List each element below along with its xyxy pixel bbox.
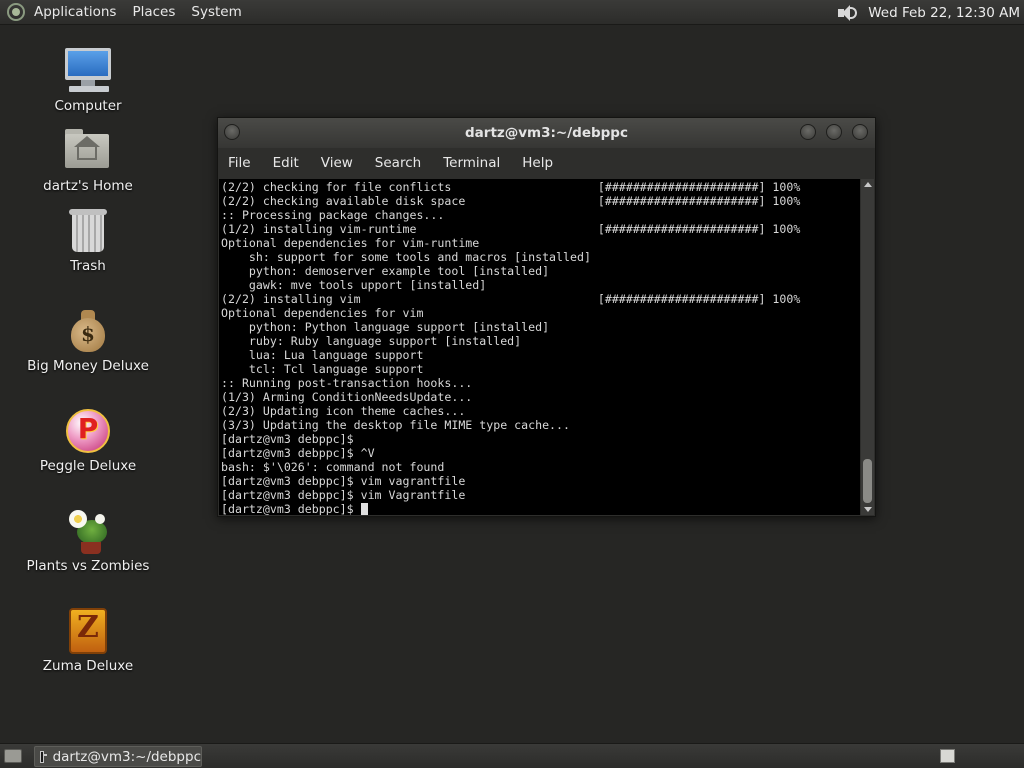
terminal-menubar: File Edit View Search Terminal Help: [218, 148, 875, 178]
taskbar-label: dartz@vm3:~/debppc: [52, 748, 201, 765]
terminal-line: [dartz@vm3 debppc]$ ^V: [221, 446, 375, 460]
scrollbar-thumb[interactable]: [863, 459, 872, 503]
top-panel: Applications Places System Wed Feb 22, 1…: [0, 0, 1024, 25]
menu-help[interactable]: Help: [522, 155, 553, 171]
terminal-line: [dartz@vm3 debppc]$: [221, 432, 354, 446]
peggle-icon: P: [63, 406, 113, 456]
terminal-line: (1/2) installing vim-runtime [##########…: [221, 222, 801, 236]
desktop-icon-trash[interactable]: Trash: [18, 206, 158, 274]
terminal-line: lua: Lua language support: [221, 348, 424, 362]
menu-places[interactable]: Places: [130, 0, 183, 25]
terminal-output[interactable]: (2/2) checking for file conflicts [#####…: [219, 179, 860, 515]
window-menu-icon[interactable]: [224, 124, 240, 140]
terminal-line: :: Processing package changes...: [221, 208, 445, 222]
desktop-icon-label: Trash: [70, 258, 106, 274]
terminal-line: python: demoserver example tool [install…: [221, 264, 550, 278]
computer-icon: [63, 46, 113, 96]
terminal-line: sh: support for some tools and macros [i…: [221, 250, 591, 264]
menu-applications[interactable]: Applications: [32, 0, 124, 25]
terminal-line: python: Python language support [install…: [221, 320, 550, 334]
desktop-icon-home[interactable]: dartz's Home: [18, 126, 158, 194]
terminal-icon: [40, 750, 47, 763]
menu-edit[interactable]: Edit: [273, 155, 299, 171]
bottom-panel: dartz@vm3:~/debppc: [0, 743, 1024, 768]
money-bag-icon: $: [63, 306, 113, 356]
terminal-line: (2/2) installing vim [##################…: [221, 292, 801, 306]
terminal-line: Optional dependencies for vim: [221, 306, 424, 320]
terminal-scrollbar[interactable]: [861, 179, 874, 515]
terminal-line: (1/3) Arming ConditionNeedsUpdate...: [221, 390, 473, 404]
terminal-line: (2/3) Updating icon theme caches...: [221, 404, 466, 418]
terminal-window[interactable]: dartz@vm3:~/debppc File Edit View Search…: [217, 117, 876, 517]
desktop-icon-plants-vs-zombies[interactable]: Plants vs Zombies: [18, 506, 158, 574]
terminal-line: :: Running post-transaction hooks...: [221, 376, 473, 390]
terminal-line: (3/3) Updating the desktop file MIME typ…: [221, 418, 571, 432]
menu-file[interactable]: File: [228, 155, 251, 171]
distro-logo-icon[interactable]: [6, 2, 26, 22]
show-desktop-icon[interactable]: [4, 749, 22, 763]
desktop-icon-label: Peggle Deluxe: [39, 458, 137, 474]
menu-view[interactable]: View: [321, 155, 353, 171]
desktop-icon-label: dartz's Home: [43, 178, 133, 194]
terminal-line: gawk: mve tools upport [installed]: [221, 278, 487, 292]
workspace-switcher[interactable]: [940, 749, 955, 763]
trash-icon: [63, 206, 113, 256]
scroll-up-arrow-icon[interactable]: [864, 182, 872, 187]
terminal-line: ruby: Ruby language support [installed]: [221, 334, 522, 348]
terminal-prompt-line: [dartz@vm3 debppc]$: [221, 502, 860, 515]
terminal-line: Optional dependencies for vim-runtime: [221, 236, 480, 250]
scroll-down-arrow-icon[interactable]: [864, 507, 872, 512]
window-title: dartz@vm3:~/debppc: [465, 125, 628, 141]
terminal-line: tcl: Tcl language support: [221, 362, 424, 376]
terminal-line: [dartz@vm3 debppc]$ vim vagrantfile: [221, 474, 466, 488]
terminal-line: [dartz@vm3 debppc]$ vim Vagrantfile: [221, 488, 466, 502]
home-folder-icon: [63, 126, 113, 176]
volume-icon[interactable]: [836, 3, 858, 23]
menu-search[interactable]: Search: [375, 155, 421, 171]
maximize-button[interactable]: [826, 124, 842, 140]
desktop-icon-label: Plants vs Zombies: [26, 558, 150, 574]
minimize-button[interactable]: [800, 124, 816, 140]
terminal-line: (2/2) checking available disk space [###…: [221, 194, 801, 208]
terminal-line: (2/2) checking for file conflicts [#####…: [221, 180, 801, 194]
clock[interactable]: Wed Feb 22, 12:30 AM: [868, 5, 1020, 21]
terminal-prompt: [dartz@vm3 debppc]$: [221, 502, 361, 515]
window-titlebar[interactable]: dartz@vm3:~/debppc: [218, 118, 875, 148]
terminal-line: bash: $'\026': command not found: [221, 460, 445, 474]
desktop-icon-label: Zuma Deluxe: [42, 658, 134, 674]
desktop-icon-label: Big Money Deluxe: [27, 358, 149, 374]
desktop-icon-label: Computer: [54, 98, 122, 114]
terminal-cursor: [360, 503, 368, 515]
menu-terminal[interactable]: Terminal: [443, 155, 500, 171]
desktop-icon-zuma-deluxe[interactable]: Z Zuma Deluxe: [18, 606, 158, 674]
zuma-icon: Z: [63, 606, 113, 656]
menu-system[interactable]: System: [189, 0, 249, 25]
desktop-icon-computer[interactable]: Computer: [18, 46, 158, 114]
plants-vs-zombies-icon: [63, 506, 113, 556]
close-button[interactable]: [852, 124, 868, 140]
desktop-icon-peggle-deluxe[interactable]: P Peggle Deluxe: [18, 406, 158, 474]
desktop-icon-big-money-deluxe[interactable]: $ Big Money Deluxe: [18, 306, 158, 374]
taskbar-terminal-button[interactable]: dartz@vm3:~/debppc: [34, 746, 202, 767]
